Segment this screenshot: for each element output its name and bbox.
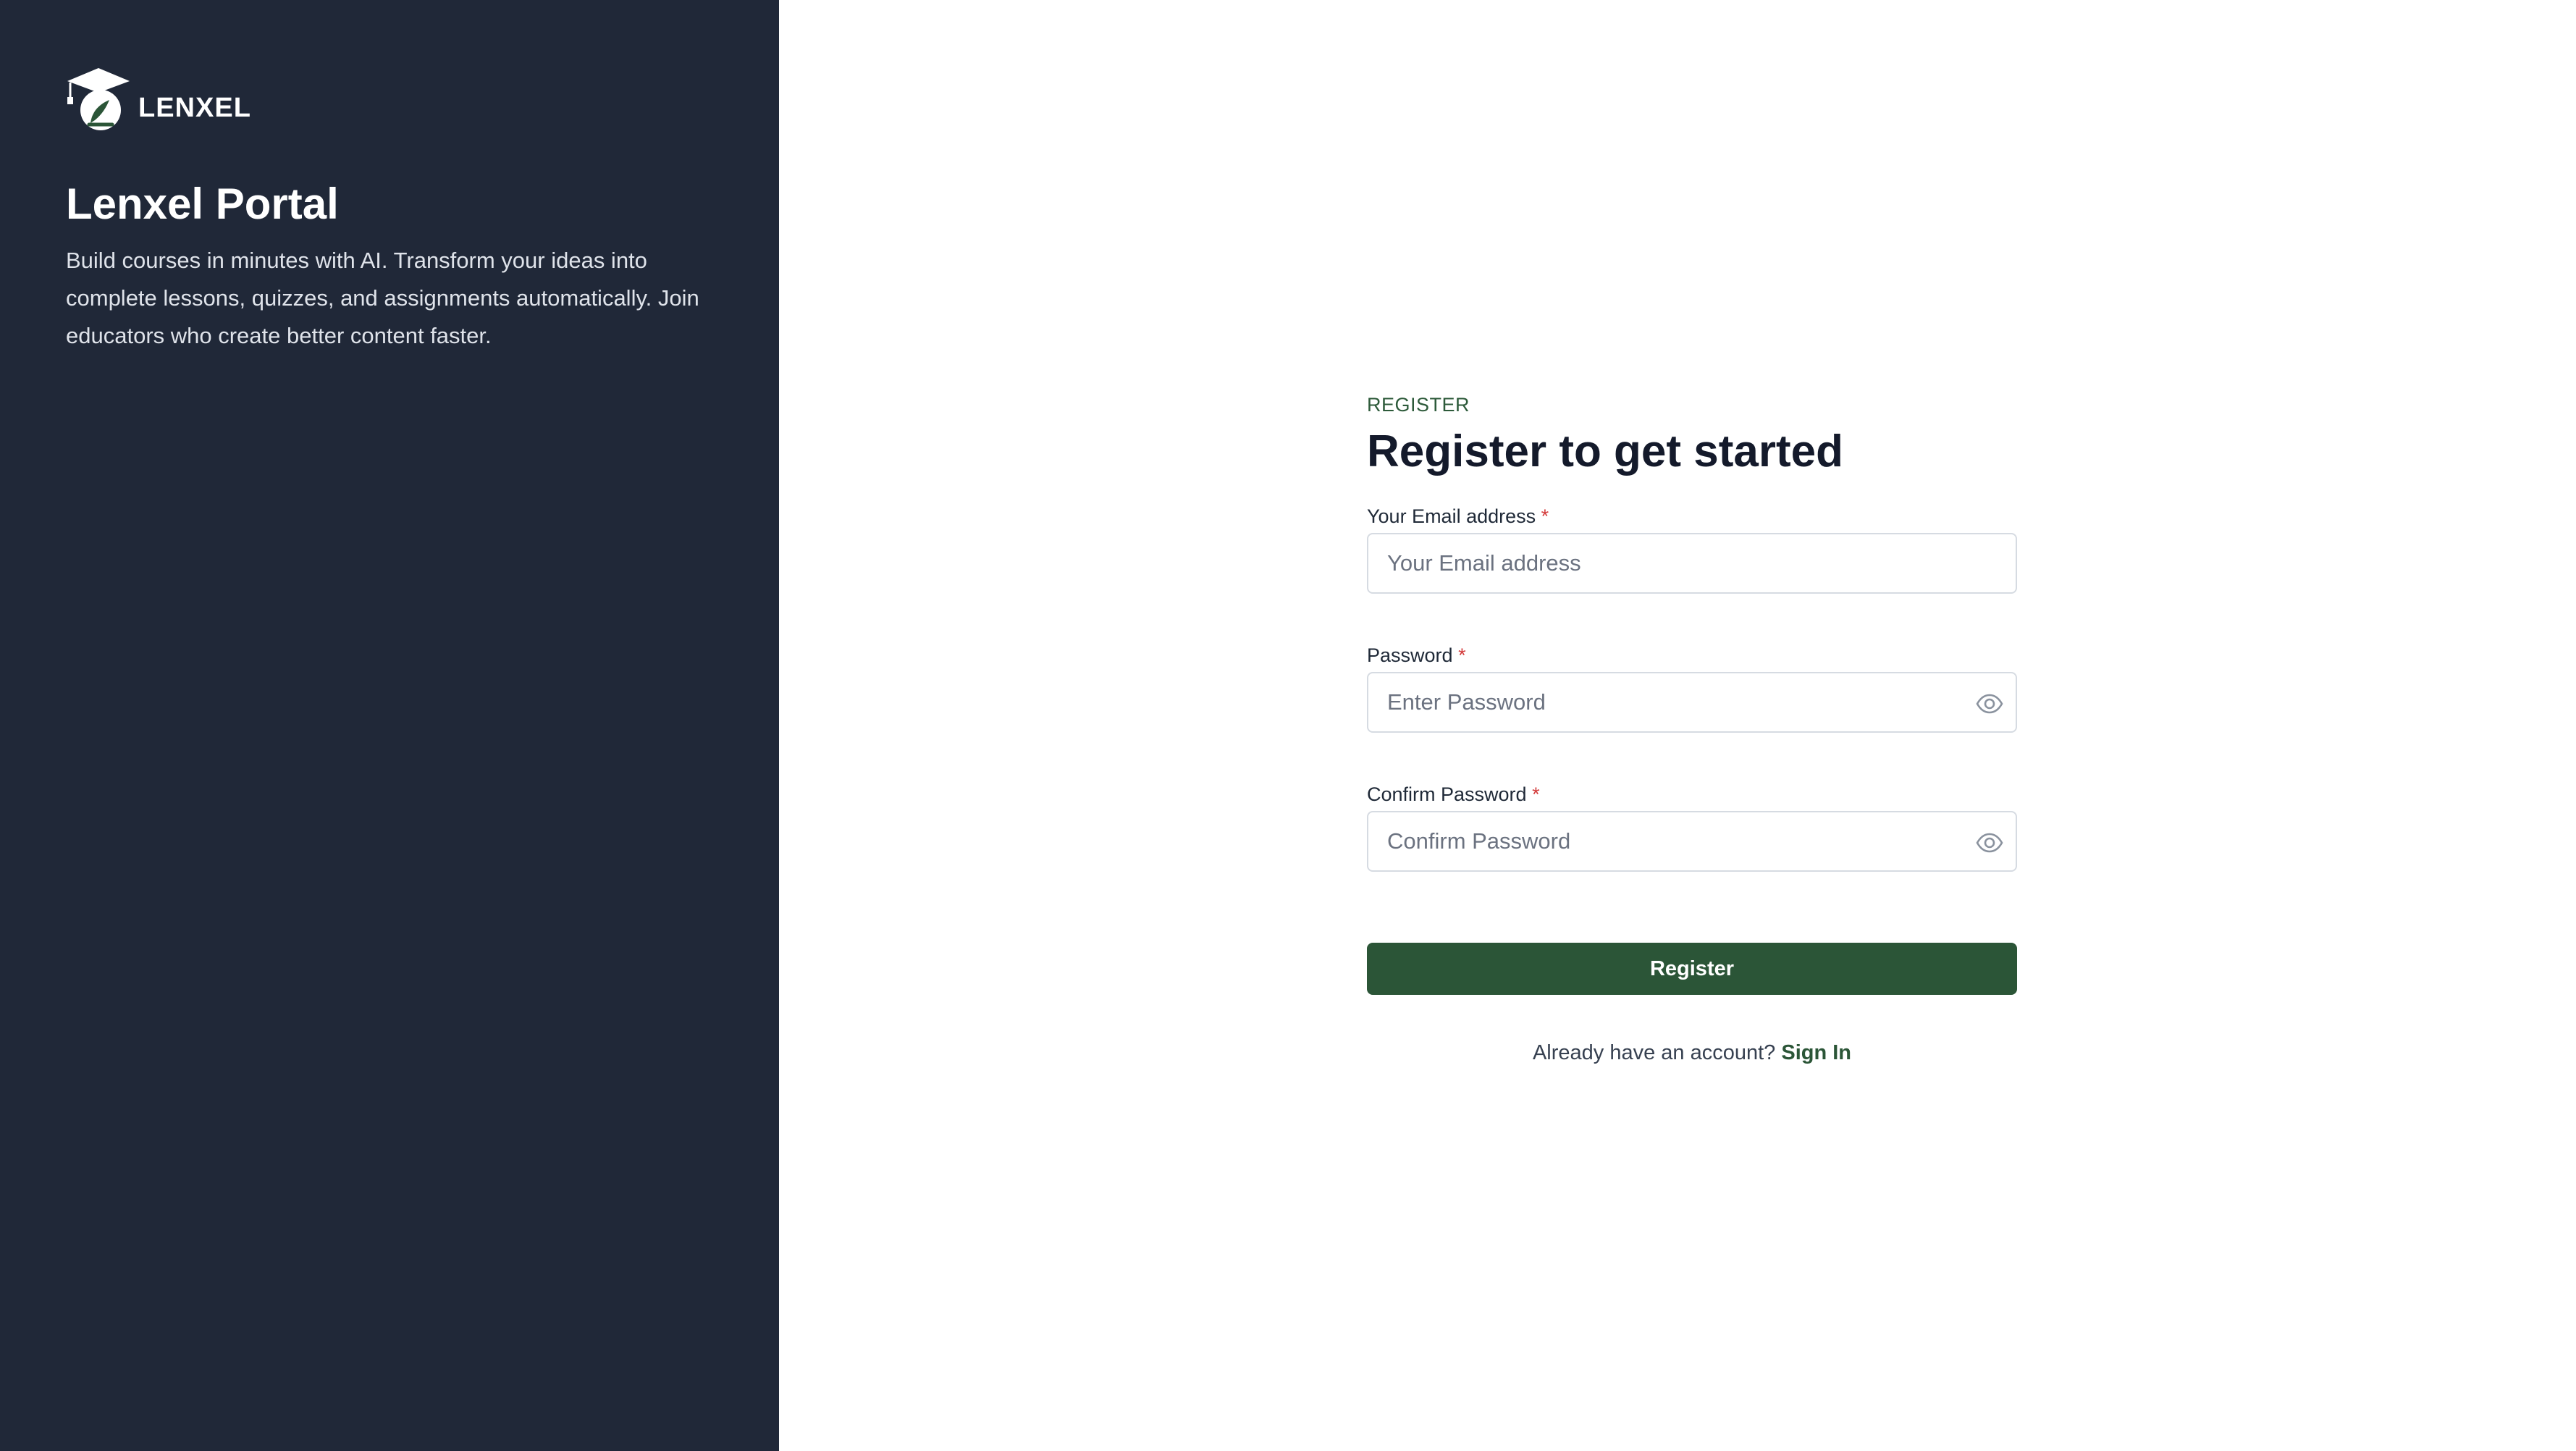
required-marker: *: [1541, 505, 1549, 527]
confirm-password-label: Confirm Password *: [1367, 778, 2017, 811]
signin-prompt-text: Already have an account?: [1532, 1041, 1782, 1064]
email-label-text: Your Email address: [1367, 505, 1536, 527]
brand: LENXEL: [66, 67, 251, 133]
register-button[interactable]: Register: [1367, 943, 2017, 995]
email-label: Your Email address *: [1367, 500, 2017, 533]
form-title: Register to get started: [1367, 426, 1844, 476]
required-marker: *: [1532, 783, 1540, 805]
signin-prompt: Already have an account? Sign In: [1367, 1041, 2017, 1065]
password-input-box: [1367, 672, 2017, 733]
confirm-password-field-group: Confirm Password *: [1367, 778, 2017, 872]
confirm-password-input[interactable]: [1368, 812, 2016, 870]
portal-title: Lenxel Portal: [66, 180, 339, 228]
portal-description: Build courses in minutes with AI. Transf…: [66, 248, 699, 348]
email-input[interactable]: [1368, 534, 2016, 592]
password-label: Password *: [1367, 639, 2017, 672]
email-field-group: Your Email address *: [1367, 500, 2017, 594]
eye-icon[interactable]: [1975, 828, 2004, 857]
register-panel: REGISTER Register to get started Your Em…: [779, 0, 2576, 1451]
password-label-text: Password: [1367, 644, 1453, 666]
register-form: REGISTER Register to get started Your Em…: [1367, 387, 2017, 1064]
graduation-cap-logo-icon: [67, 68, 130, 130]
email-input-box: [1367, 533, 2017, 594]
brand-sidebar: LENXEL Lenxel Portal Build courses in mi…: [0, 0, 779, 1451]
confirm-password-label-text: Confirm Password: [1367, 783, 1527, 805]
confirm-password-input-box: [1367, 811, 2017, 872]
brand-name: LENXEL: [138, 92, 251, 123]
eye-icon[interactable]: [1975, 689, 2004, 718]
password-input[interactable]: [1368, 673, 2016, 731]
required-marker: *: [1458, 644, 1466, 666]
password-field-group: Password *: [1367, 639, 2017, 733]
signin-link[interactable]: Sign In: [1781, 1041, 1851, 1064]
form-eyebrow: REGISTER: [1367, 394, 1470, 416]
register-page: LENXEL Lenxel Portal Build courses in mi…: [0, 0, 2576, 1451]
